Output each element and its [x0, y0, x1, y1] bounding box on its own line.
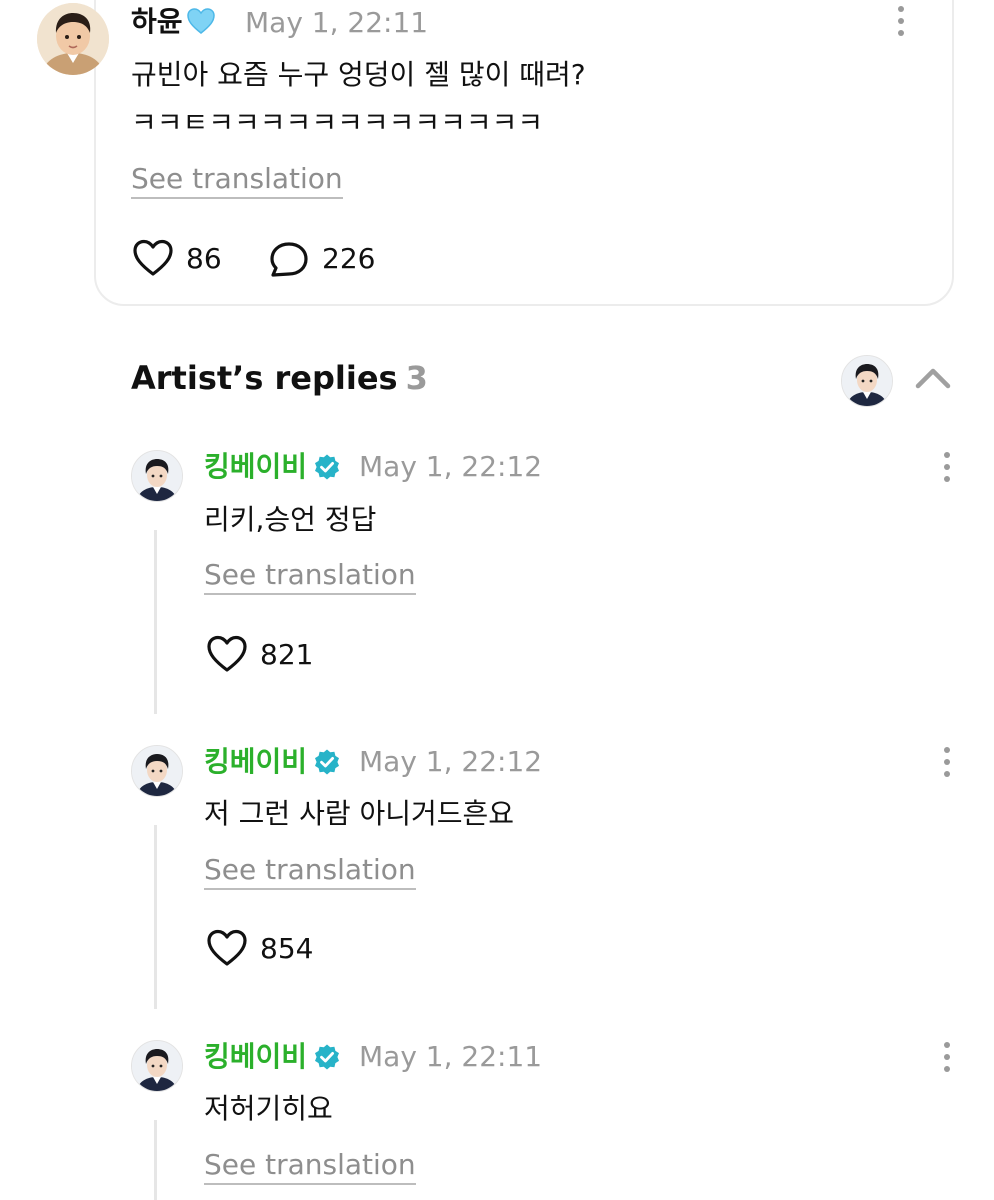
post-text-line1: 규빈아 요즘 누구 엉덩이 젤 많이 때려? [131, 58, 586, 91]
fan-avatar[interactable] [37, 3, 109, 75]
reply-author-name[interactable]: 킹베이비 [204, 1043, 307, 1071]
comment-bubble-icon [270, 242, 308, 277]
reply-timestamp: May 1, 22:12 [359, 745, 543, 778]
verified-badge-icon [313, 453, 341, 481]
reply-timestamp: May 1, 22:11 [359, 1040, 543, 1073]
reply-avatar[interactable] [131, 745, 183, 797]
post-like-count: 86 [186, 242, 222, 275]
reply-more-icon[interactable] [937, 1040, 957, 1074]
reply-thread-line [154, 1120, 157, 1200]
reply-thread-line [154, 530, 157, 714]
reply-timestamp: May 1, 22:12 [359, 450, 543, 483]
reply-text: 리키,승언 정답 [204, 503, 377, 536]
reply-see-translation-link[interactable]: See translation [204, 1151, 416, 1185]
reply-text: 저 그런 사람 아니거드흔요 [204, 797, 515, 830]
post-author-name[interactable]: 하윤 [131, 8, 183, 36]
artist-replies-count: 3 [405, 359, 428, 397]
artist-replies-avatar[interactable] [841, 355, 893, 407]
heart-icon [207, 635, 247, 672]
blue-heart-icon [186, 6, 216, 36]
reply-like-count: 821 [260, 638, 314, 671]
reply-like-count: 854 [260, 932, 314, 965]
heart-icon [207, 929, 247, 966]
verified-badge-icon [313, 1043, 341, 1071]
post-like-button[interactable] [131, 238, 175, 278]
artist-replies-heading: Artist’s replies 3 [131, 362, 428, 394]
fan-post-card [94, 0, 954, 306]
post-timestamp: May 1, 22:11 [245, 6, 429, 39]
chevron-up-icon [915, 368, 951, 389]
reply-text: 저허기히요 [204, 1092, 333, 1125]
reply-like-button[interactable] [205, 928, 249, 968]
post-text-line2: ㅋㅋㅌㅋㅋㅋㅋㅋㅋㅋㅋㅋㅋㅋㅋㅋ [131, 106, 544, 139]
heart-icon [133, 239, 173, 276]
reply-thread-line [154, 825, 157, 1009]
post-comment-count: 226 [322, 242, 376, 275]
reply-like-button[interactable] [205, 634, 249, 674]
reply-avatar[interactable] [131, 1040, 183, 1092]
reply-author-name[interactable]: 킹베이비 [204, 453, 307, 481]
reply-more-icon[interactable] [937, 450, 957, 484]
reply-author-name[interactable]: 킹베이비 [204, 748, 307, 776]
post-comment-button[interactable] [268, 240, 310, 280]
collapse-replies-button[interactable] [913, 362, 953, 394]
verified-badge-icon [313, 748, 341, 776]
reply-more-icon[interactable] [937, 745, 957, 779]
reply-see-translation-link[interactable]: See translation [204, 856, 416, 890]
reply-avatar[interactable] [131, 450, 183, 502]
post-see-translation-link[interactable]: See translation [131, 165, 343, 199]
artist-replies-title: Artist’s replies [131, 359, 398, 397]
reply-see-translation-link[interactable]: See translation [204, 561, 416, 595]
post-more-icon[interactable] [891, 4, 911, 38]
